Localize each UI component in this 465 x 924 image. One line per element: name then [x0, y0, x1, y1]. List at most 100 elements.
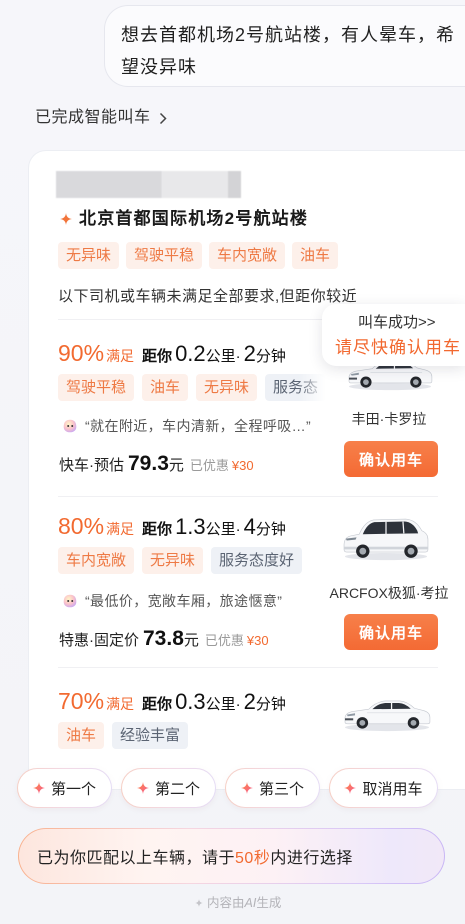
- quick-reply-label: 取消用车: [362, 780, 423, 798]
- chat-screen: 想去首都机场2号航站楼，有人晕车，希望没异味 已完成智能叫车 北京首都国际机场2…: [0, 0, 465, 924]
- sparkle-icon: [60, 213, 72, 225]
- driver-tag: 油车: [142, 374, 189, 401]
- distance-unit: 公里: [205, 696, 236, 713]
- distance-label: 距你: [142, 348, 173, 365]
- price-unit: 元: [168, 457, 184, 474]
- confirm-ride-button[interactable]: 确认用车: [344, 614, 438, 650]
- separator-dot: ·: [235, 696, 241, 713]
- requirement-tag: 驾驶平稳: [126, 242, 203, 269]
- ai-disclaimer: 内容由AI生成: [195, 895, 281, 911]
- separator-dot: ·: [235, 521, 241, 538]
- destination-title: 北京首都国际机场2号航站楼: [79, 209, 309, 228]
- car-image: [341, 511, 431, 561]
- price-row: 特惠·固定价 73.8 元 已优惠 ¥30: [59, 624, 269, 654]
- sparkle-icon: [195, 899, 203, 907]
- smile-emoji-icon: [61, 417, 79, 435]
- call-status-label: 已完成智能叫车: [35, 109, 151, 126]
- quick-reply-third[interactable]: 第三个: [225, 768, 320, 808]
- distance-value: 0.2: [175, 341, 206, 366]
- quick-reply-second[interactable]: 第二个: [121, 768, 216, 808]
- selection-timer-banner: 已为你匹配以上车辆，请于 50秒 内进行选择: [18, 828, 445, 884]
- redacted-placeholder: [56, 171, 241, 198]
- driver-tags: 车内宽敞 无异味 服务态度好: [58, 547, 303, 574]
- call-success-popup[interactable]: 叫车成功>> 请尽快确认用车: [322, 304, 465, 366]
- distance-value: 0.3: [175, 689, 206, 714]
- match-percentage: 80%: [58, 513, 105, 539]
- driver-quote: “就在附近，车内清新，全程呼吸…”: [61, 416, 311, 436]
- price-label: 特惠·固定价: [59, 632, 139, 649]
- driver-option-2[interactable]: 80% 满足 距你 1.3 公里 · 4 分钟 车内宽敞 无异味 服务态度好 A…: [29, 511, 465, 681]
- price-value: 73.8: [143, 627, 184, 650]
- driver-match-summary: 70% 满足 距你 0.3 公里 · 2 分钟: [58, 686, 286, 716]
- driver-tag: 服务态度好: [211, 547, 303, 574]
- call-status-link[interactable]: 已完成智能叫车: [35, 106, 167, 130]
- driver-quote: “最低价，宽敞车厢，旅途惬意”: [61, 591, 282, 611]
- match-percentage: 70%: [58, 688, 105, 714]
- driver-tag: 驾驶平稳: [58, 374, 135, 401]
- price-label: 快车·预估: [59, 457, 124, 474]
- quick-reply-cancel[interactable]: 取消用车: [329, 768, 438, 808]
- driver-tags: 驾驶平稳 油车 无异味 服务态: [58, 374, 327, 401]
- user-message-bubble: 想去首都机场2号航站楼，有人晕车，希望没异味: [104, 5, 465, 87]
- user-message-text: 想去首都机场2号航站楼，有人晕车，希望没异味: [121, 25, 456, 77]
- match-label: 满足: [106, 348, 135, 364]
- price-value: 79.3: [128, 452, 169, 475]
- divider: [58, 496, 438, 497]
- banner-suffix: 内进行选择: [270, 850, 353, 867]
- eta-value: 2: [243, 341, 256, 366]
- eta-unit: 分钟: [255, 696, 286, 713]
- discount-value: ¥30: [246, 633, 269, 648]
- quick-reply-label: 第三个: [258, 780, 304, 798]
- car-model: ARCFOX极狐·考拉: [329, 585, 449, 601]
- notice-text: 以下司机或车辆未满足全部要求,但距你较近: [58, 288, 358, 305]
- confirm-ride-button[interactable]: 确认用车: [344, 441, 438, 477]
- driver-tag: 经验丰富: [112, 722, 189, 749]
- match-label: 满足: [106, 521, 135, 537]
- match-label: 满足: [106, 696, 135, 712]
- popup-subtitle: 请尽快确认用车: [335, 338, 461, 357]
- driver-tag: 油车: [58, 722, 105, 749]
- quick-reply-first[interactable]: 第一个: [17, 768, 112, 808]
- driver-tag: 车内宽敞: [58, 547, 135, 574]
- discount-value: ¥30: [231, 458, 254, 473]
- quick-reply-label: 第一个: [50, 780, 96, 798]
- popup-title: 叫车成功>>: [358, 314, 436, 331]
- disclaimer-suffix: 生成: [256, 896, 282, 910]
- sparkle-icon: [344, 782, 356, 794]
- eta-unit: 分钟: [255, 521, 286, 538]
- distance-unit: 公里: [205, 521, 236, 538]
- price-row: 快车·预估 79.3 元 已优惠 ¥30: [59, 449, 254, 479]
- eta-unit: 分钟: [255, 348, 286, 365]
- disclaimer-ai: AI: [244, 896, 257, 910]
- ride-result-card: 北京首都国际机场2号航站楼 无异味 驾驶平稳 车内宽敞 油车 以下司机或车辆未满…: [28, 150, 465, 790]
- distance-label: 距你: [142, 696, 173, 713]
- smile-emoji-icon: [61, 592, 79, 610]
- sparkle-icon: [33, 782, 45, 794]
- requirement-tag: 车内宽敞: [209, 242, 286, 269]
- countdown-value: 50秒: [235, 850, 271, 867]
- driver-tag: 服务态: [265, 374, 327, 401]
- quote-text: “最低价，宽敞车厢，旅途惬意”: [85, 593, 283, 609]
- eta-value: 2: [243, 689, 256, 714]
- requirement-tag: 油车: [292, 242, 339, 269]
- chevron-right-icon: [159, 112, 167, 124]
- banner-prefix: 已为你匹配以上车辆，请于: [37, 850, 236, 867]
- discount-label: 已优惠: [204, 633, 244, 648]
- separator-dot: ·: [235, 348, 241, 365]
- driver-tag: 无异味: [196, 374, 258, 401]
- driver-match-summary: 80% 满足 距你 1.3 公里 · 4 分钟: [58, 511, 286, 541]
- sparkle-icon: [137, 782, 149, 794]
- driver-tag: 无异味: [142, 547, 204, 574]
- requirement-tags: 无异味 驾驶平稳 车内宽敞 油车: [58, 242, 339, 269]
- discount-label: 已优惠: [189, 458, 229, 473]
- driver-match-summary: 90% 满足 距你 0.2 公里 · 2 分钟: [58, 338, 286, 368]
- match-percentage: 90%: [58, 340, 105, 366]
- disclaimer-prefix: 内容由: [207, 896, 245, 910]
- distance-unit: 公里: [205, 348, 236, 365]
- quote-text: “就在附近，车内清新，全程呼吸…”: [85, 418, 312, 434]
- eta-value: 4: [243, 514, 256, 539]
- sparkle-icon: [241, 782, 253, 794]
- divider: [58, 667, 438, 668]
- car-image: [341, 690, 433, 732]
- distance-label: 距你: [142, 521, 173, 538]
